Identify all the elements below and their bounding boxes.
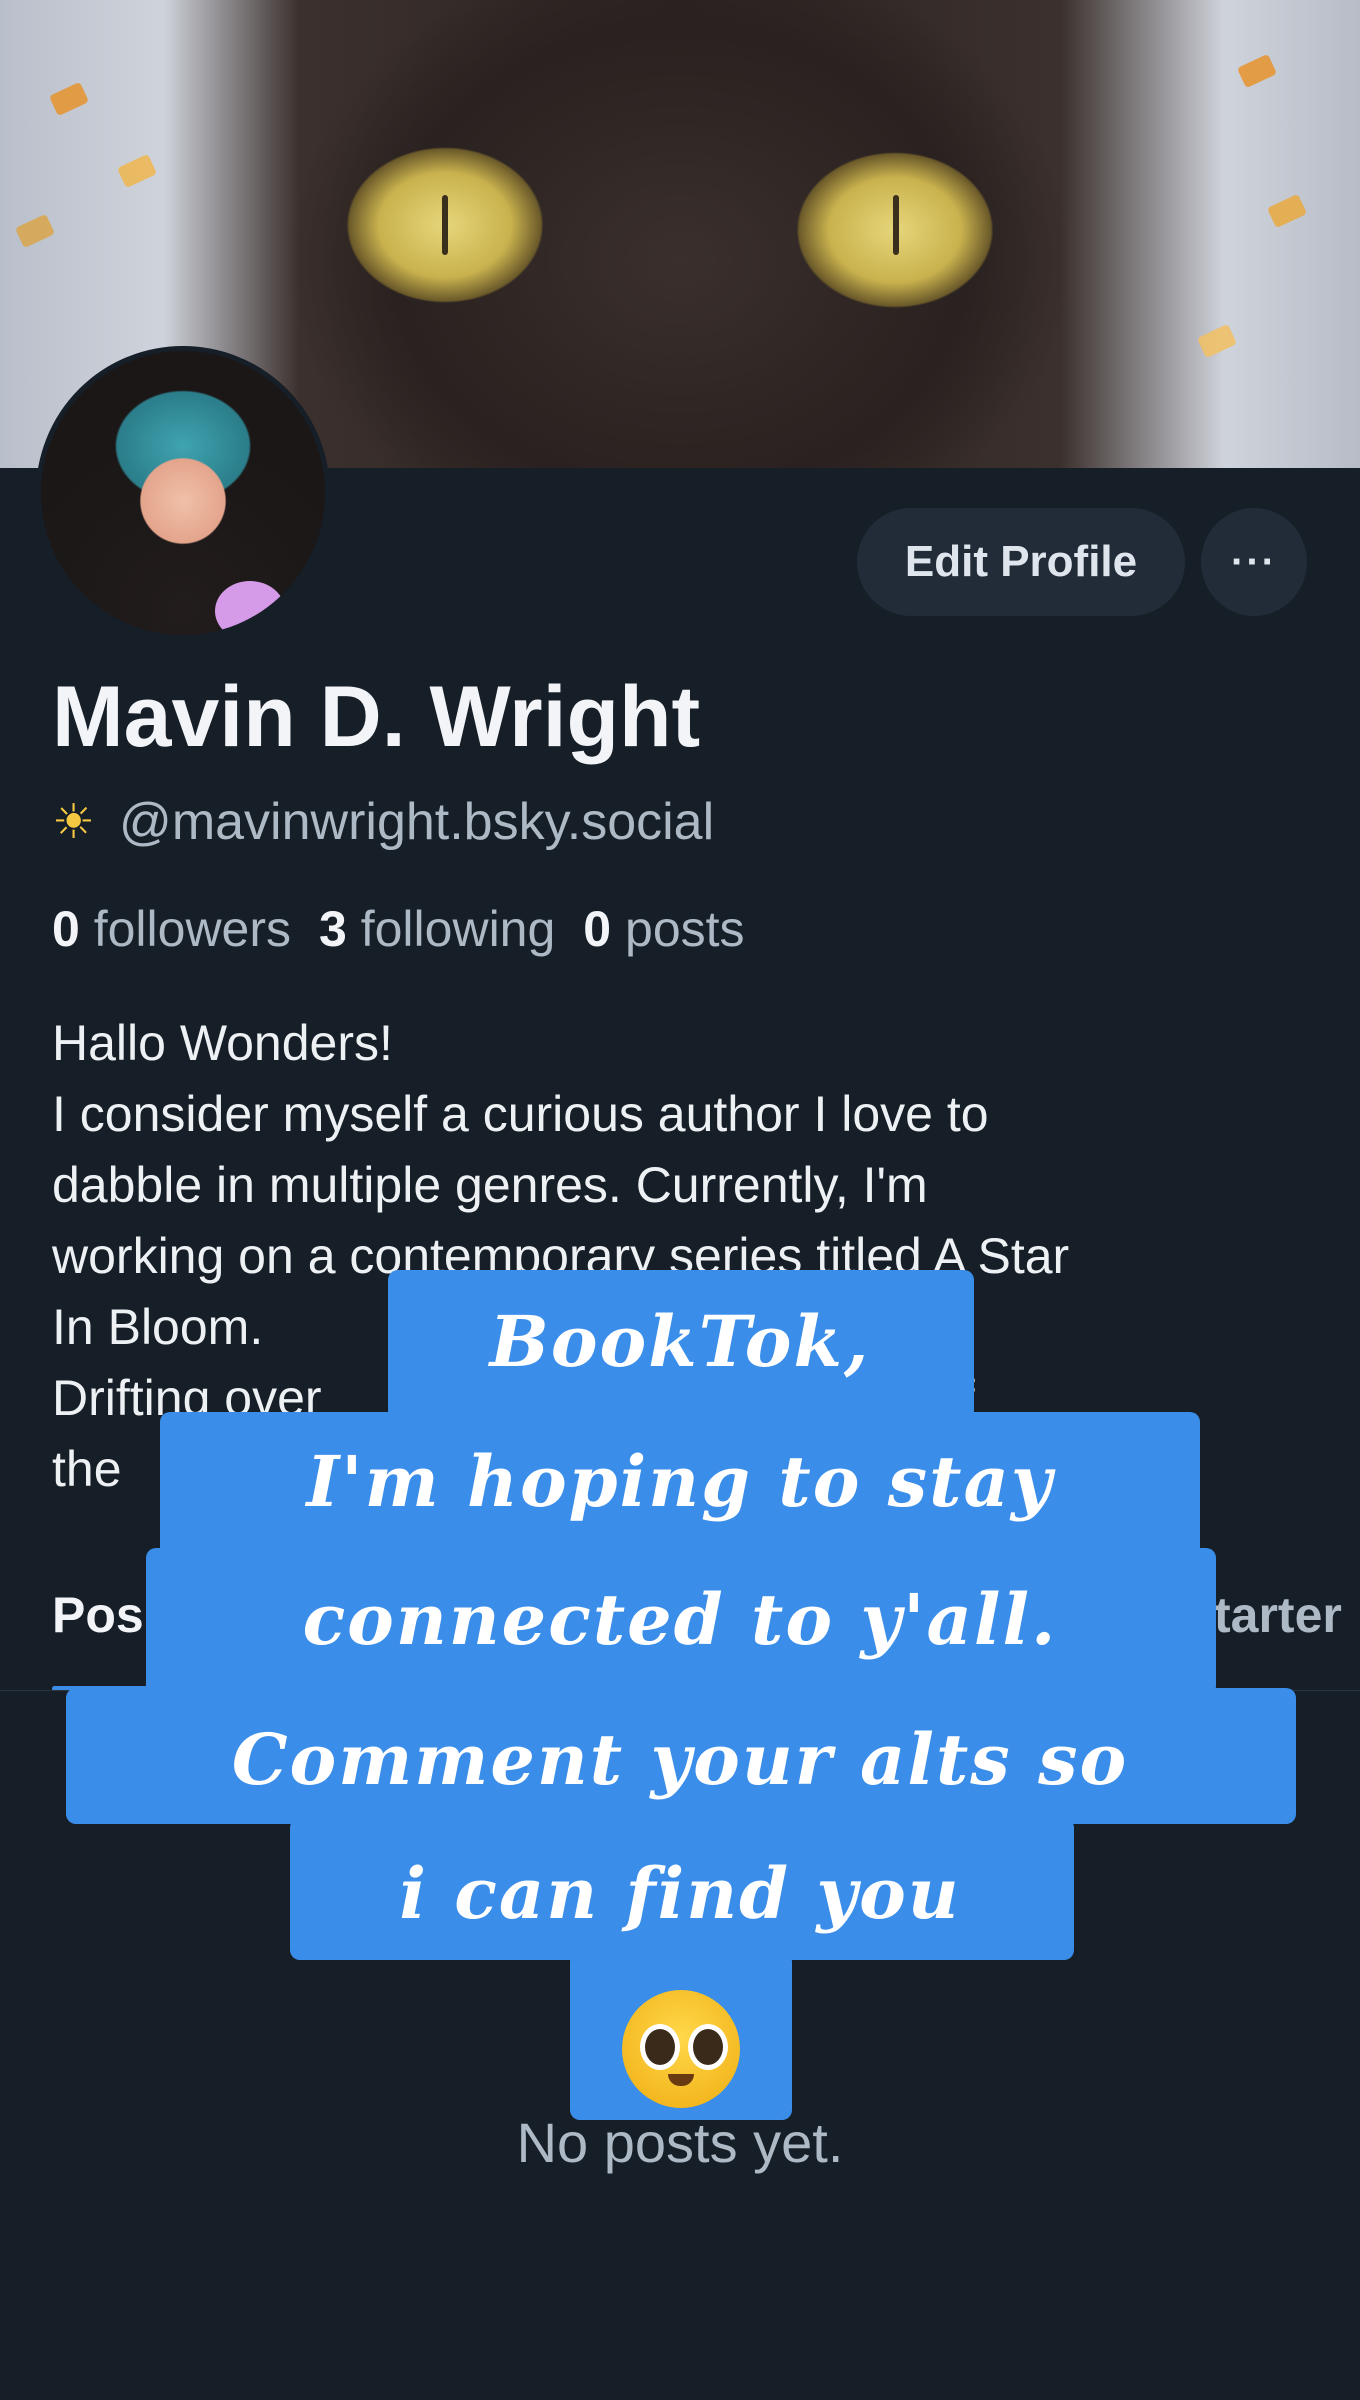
- bio-line: I consider myself a curious author I lov…: [52, 1086, 989, 1142]
- more-options-button[interactable]: ···: [1201, 508, 1307, 616]
- profile-name: Mavin D. Wright: [52, 669, 701, 765]
- profile-handle[interactable]: @mavinwright.bsky.social: [119, 792, 714, 852]
- bio-line: Hallo Wonders!: [52, 1015, 393, 1071]
- bio-line: dabble in multiple genres. Currently, I'…: [52, 1157, 928, 1213]
- pleading-face-icon: [622, 1990, 740, 2108]
- sunrise-icon: ☀: [52, 796, 96, 849]
- profile-stats: 0 followers 3 following 0 posts: [52, 900, 745, 958]
- caption-line: BookTok,: [489, 1300, 871, 1383]
- caption-line: Comment your alts so: [231, 1718, 1129, 1801]
- posts-stat: 0 posts: [583, 901, 745, 957]
- following-stat[interactable]: 3 following: [319, 900, 555, 958]
- ellipsis-icon: ···: [1231, 539, 1277, 584]
- caption-line: connected to y'all.: [302, 1578, 1058, 1661]
- caption-line: i can find you: [399, 1852, 961, 1935]
- avatar[interactable]: [36, 346, 330, 640]
- followers-stat[interactable]: 0 followers: [52, 900, 291, 958]
- handle-row: ☀ @mavinwright.bsky.social: [52, 792, 714, 852]
- caption-line: I'm hoping to stay: [306, 1440, 1054, 1523]
- edit-profile-button[interactable]: Edit Profile: [857, 508, 1185, 616]
